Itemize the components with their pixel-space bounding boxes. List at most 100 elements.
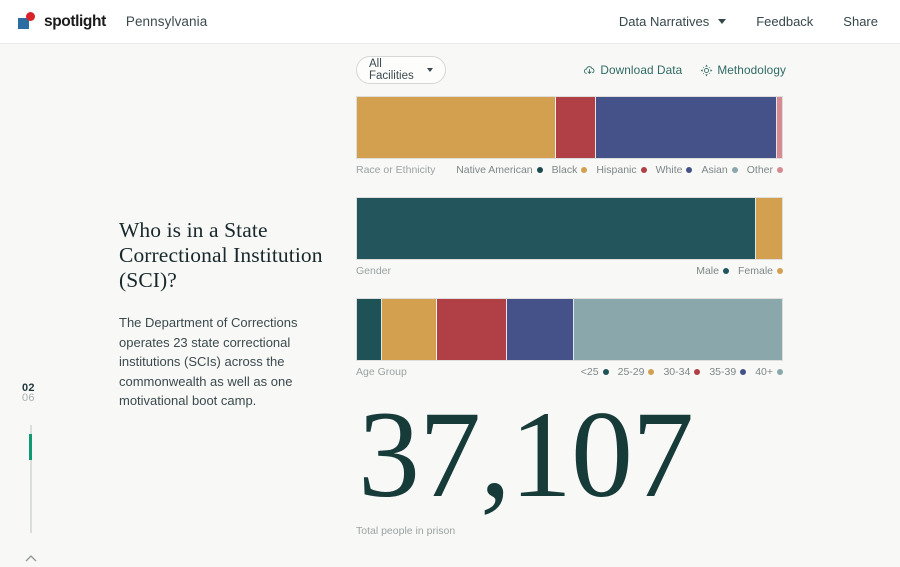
bar-segment[interactable] — [574, 299, 782, 360]
legend-label: 30-34 — [663, 366, 691, 378]
chart-legend: <25 25-29 30-34 35-39 40+ — [572, 366, 783, 378]
stacked-bar-charts: Race or Ethnicity Native American Black His… — [356, 96, 786, 378]
bar-footer: Gender Male Female — [356, 265, 783, 277]
toolbar-actions: Download Data Methodology — [565, 63, 786, 77]
nav-share-label: Share — [843, 14, 878, 29]
methodology-button[interactable]: Methodology — [700, 63, 786, 77]
legend-item[interactable]: Female — [738, 265, 783, 277]
legend-color-dot — [777, 167, 783, 173]
legend-item[interactable]: 35-39 — [709, 366, 747, 378]
legend-color-dot — [581, 167, 588, 173]
progress-thumb[interactable] — [29, 434, 32, 460]
top-navigation-bar: spotlight Pennsylvania Data Narratives F… — [0, 0, 900, 44]
bar-block: Race or Ethnicity Native American Black His… — [356, 96, 786, 176]
total-page-number: 06 — [22, 392, 35, 404]
page-title: Who is in a State Correctional Instituti… — [119, 218, 323, 292]
narrative-panel: Who is in a State Correctional Instituti… — [119, 218, 329, 411]
chart-toolbar: All Facilities Download Data Methodology — [356, 44, 786, 96]
page-progress-rail: 02 06 — [0, 44, 62, 567]
legend-label: Native American — [456, 164, 533, 176]
nav-feedback-label: Feedback — [756, 14, 814, 29]
state-name-label: Pennsylvania — [125, 14, 208, 29]
legend-label: 25-29 — [617, 366, 645, 378]
bar-segment[interactable] — [382, 299, 437, 360]
legend-item[interactable]: Native American — [456, 164, 543, 176]
bar-segment[interactable] — [357, 97, 556, 158]
nav-data-narratives[interactable]: Data Narratives — [618, 14, 727, 29]
bar-segment[interactable] — [776, 97, 782, 158]
legend-item[interactable]: White — [656, 164, 693, 176]
legend-color-dot — [731, 167, 738, 173]
legend-color-dot — [686, 167, 693, 173]
logo-wordmark: spotlight — [44, 12, 106, 30]
chevron-down-icon — [427, 68, 433, 72]
spotlight-logo-icon — [18, 11, 40, 32]
big-stat-label: Total people in prison — [356, 525, 456, 537]
legend-label: 35-39 — [709, 366, 737, 378]
main-content: All Facilities Download Data Methodology — [356, 44, 786, 567]
stacked-bar — [356, 298, 783, 361]
legend-label: Asian — [701, 164, 728, 176]
brand-logo[interactable]: spotlight — [18, 11, 106, 32]
bar-segment[interactable] — [357, 198, 756, 259]
legend-item[interactable]: Hispanic — [596, 164, 647, 176]
bar-segment[interactable] — [755, 198, 782, 259]
legend-color-dot — [536, 167, 543, 173]
legend-color-dot — [648, 369, 655, 375]
bar-title: Age Group — [356, 366, 407, 378]
legend-item[interactable]: Other — [747, 164, 783, 176]
bar-segment[interactable] — [436, 299, 507, 360]
legend-color-dot — [722, 268, 729, 274]
bar-segment[interactable] — [595, 97, 777, 158]
bar-title: Race or Ethnicity — [356, 164, 436, 176]
legend-label: Hispanic — [596, 164, 637, 176]
narrative-body-text: The Department of Corrections operates 2… — [119, 315, 298, 408]
bar-block: Age Group <25 25-29 30-34 35-39 40+ — [356, 298, 786, 378]
logo-dot-shape — [26, 11, 35, 21]
compass-icon — [700, 64, 713, 76]
stacked-bar — [356, 96, 783, 159]
bar-segment[interactable] — [357, 299, 383, 360]
legend-color-dot — [777, 268, 783, 274]
nav-feedback[interactable]: Feedback — [756, 14, 813, 29]
legend-item[interactable]: <25 — [581, 366, 609, 378]
legend-item[interactable]: Black — [552, 164, 588, 176]
facility-filter-value: All Facilities — [369, 58, 414, 82]
legend-label: <25 — [580, 366, 599, 378]
cloud-download-icon — [584, 65, 595, 74]
legend-label: Female — [737, 265, 773, 277]
legend-label: Other — [746, 164, 773, 176]
bar-segment[interactable] — [506, 299, 575, 360]
legend-item[interactable]: Male — [696, 265, 729, 277]
legend-label: 40+ — [755, 366, 773, 378]
legend-item[interactable]: 25-29 — [618, 366, 655, 378]
legend-label: Black — [551, 164, 578, 176]
legend-item[interactable]: 40+ — [755, 366, 783, 378]
legend-item[interactable]: Asian — [701, 164, 738, 176]
bar-footer: Race or Ethnicity Native American Black His… — [356, 164, 783, 176]
nav-share[interactable]: Share — [843, 14, 878, 29]
chevron-up-icon[interactable] — [24, 552, 38, 566]
bar-segment[interactable] — [555, 97, 596, 158]
facility-filter-dropdown[interactable]: All Facilities — [356, 56, 446, 84]
bar-title: Gender — [356, 265, 392, 277]
legend-label: White — [655, 164, 683, 176]
legend-color-dot — [694, 369, 701, 375]
legend-color-dot — [602, 369, 609, 375]
big-stat-value: 37,107 — [358, 386, 694, 523]
legend-color-dot — [740, 369, 747, 375]
top-nav-links: Data Narratives Feedback Share — [589, 14, 878, 29]
stacked-bar — [356, 197, 783, 260]
chevron-down-icon — [718, 19, 727, 24]
legend-label: Male — [696, 265, 719, 277]
nav-data-narratives-label: Data Narratives — [618, 14, 710, 29]
chart-legend: Male Female — [687, 265, 783, 277]
legend-item[interactable]: 30-34 — [663, 366, 701, 378]
download-data-button[interactable]: Download Data — [583, 63, 682, 77]
legend-color-dot — [777, 369, 783, 375]
methodology-label: Methodology — [717, 63, 786, 77]
legend-color-dot — [640, 167, 647, 173]
bar-block: Gender Male Female — [356, 197, 786, 277]
chart-legend: Native American Black Hispanic White Asian Ot… — [447, 164, 783, 176]
bar-footer: Age Group <25 25-29 30-34 35-39 40+ — [356, 366, 783, 378]
